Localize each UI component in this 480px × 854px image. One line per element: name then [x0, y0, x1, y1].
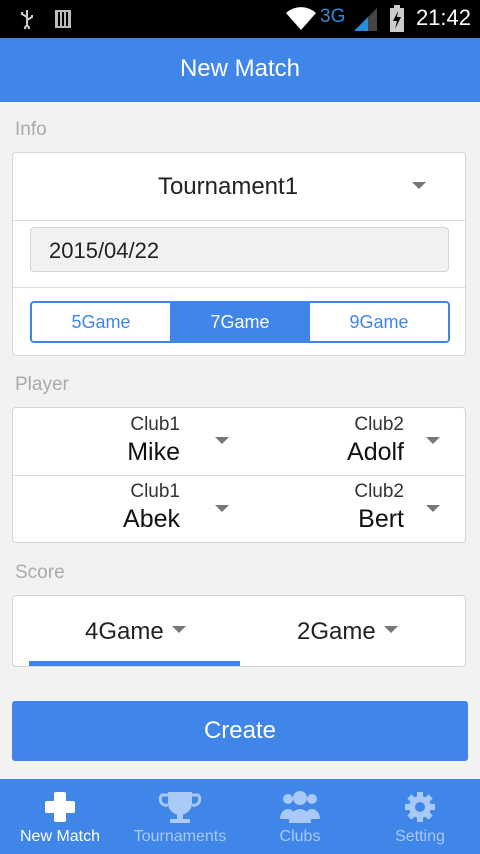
player-name: Mike [127, 438, 180, 466]
wifi-icon [286, 7, 316, 31]
nav-item-tournaments[interactable]: Tournaments [120, 779, 240, 854]
chevron-down-icon [172, 626, 186, 633]
player-name: Abek [123, 505, 180, 533]
player-card: Club1 Mike Club2 Adolf Club1 Abek Club2 … [12, 407, 466, 543]
club-label: Club2 [354, 414, 404, 435]
score-card: 4Game 2Game [12, 595, 466, 667]
gear-icon [405, 792, 435, 822]
score-select-right[interactable]: 2Game [239, 596, 465, 666]
nav-item-new-match[interactable]: New Match [0, 779, 120, 854]
page-title: New Match [179, 55, 301, 82]
score-left-value: 4Game [85, 618, 164, 645]
nav-item-label: New Match [19, 828, 101, 845]
game-option-9[interactable]: 9Game [310, 303, 448, 341]
club-label: Club2 [354, 481, 404, 502]
network-type-label: 3G [320, 6, 346, 27]
chevron-down-icon [215, 505, 229, 512]
sim-card-icon [55, 10, 71, 28]
club-label: Club1 [130, 414, 180, 435]
status-bar: 3G 21:42 [0, 0, 480, 38]
player-select-left[interactable]: Club1 Mike [13, 408, 239, 475]
player-select-right[interactable]: Club2 Adolf [239, 408, 465, 475]
player-select-left[interactable]: Club1 Abek [13, 476, 239, 543]
usb-icon [21, 10, 33, 29]
score-section-label: Score [15, 562, 65, 583]
clock: 21:42 [415, 5, 471, 30]
player-section-label: Player [15, 374, 69, 395]
nav-item-setting[interactable]: Setting [360, 779, 480, 854]
signal-icon [354, 8, 377, 31]
divider [13, 220, 465, 221]
divider [13, 287, 465, 288]
nav-item-label: Clubs [279, 828, 321, 845]
chevron-down-icon [215, 437, 229, 444]
app-bar: New Match [0, 38, 480, 102]
date-value: 2015/04/22 [49, 238, 160, 263]
player-name: Adolf [347, 438, 404, 466]
game-option-7[interactable]: 7Game [171, 303, 310, 341]
score-right-value: 2Game [297, 618, 376, 645]
tournament-dropdown[interactable]: Tournament1 [13, 153, 465, 220]
chevron-down-icon [426, 505, 440, 512]
chevron-down-icon [426, 437, 440, 444]
score-select-left[interactable]: 4Game [13, 596, 239, 666]
plus-icon [45, 792, 75, 822]
player-select-right[interactable]: Club2 Bert [239, 476, 465, 543]
nav-item-label: Tournaments [133, 828, 227, 845]
info-card: Tournament1 2015/04/22 5Game 7Game 9Game [12, 152, 466, 356]
tournament-value: Tournament1 [157, 173, 299, 200]
trophy-icon [158, 792, 202, 823]
score-tab-indicator [29, 661, 240, 666]
chevron-down-icon [384, 626, 398, 633]
player-name: Bert [358, 505, 404, 533]
battery-icon [390, 5, 404, 32]
club-label: Club1 [130, 481, 180, 502]
game-option-5[interactable]: 5Game [32, 303, 171, 341]
game-count-selector: 5Game 7Game 9Game [30, 301, 450, 343]
nav-item-label: Setting [395, 828, 445, 845]
nav-item-clubs[interactable]: Clubs [240, 779, 360, 854]
info-section-label: Info [15, 119, 47, 140]
create-button[interactable]: Create [12, 701, 468, 761]
people-icon [280, 791, 320, 823]
bottom-nav: New Match Tournaments Clubs Setting [0, 779, 480, 854]
chevron-down-icon [412, 182, 426, 189]
date-field[interactable]: 2015/04/22 [30, 227, 449, 272]
